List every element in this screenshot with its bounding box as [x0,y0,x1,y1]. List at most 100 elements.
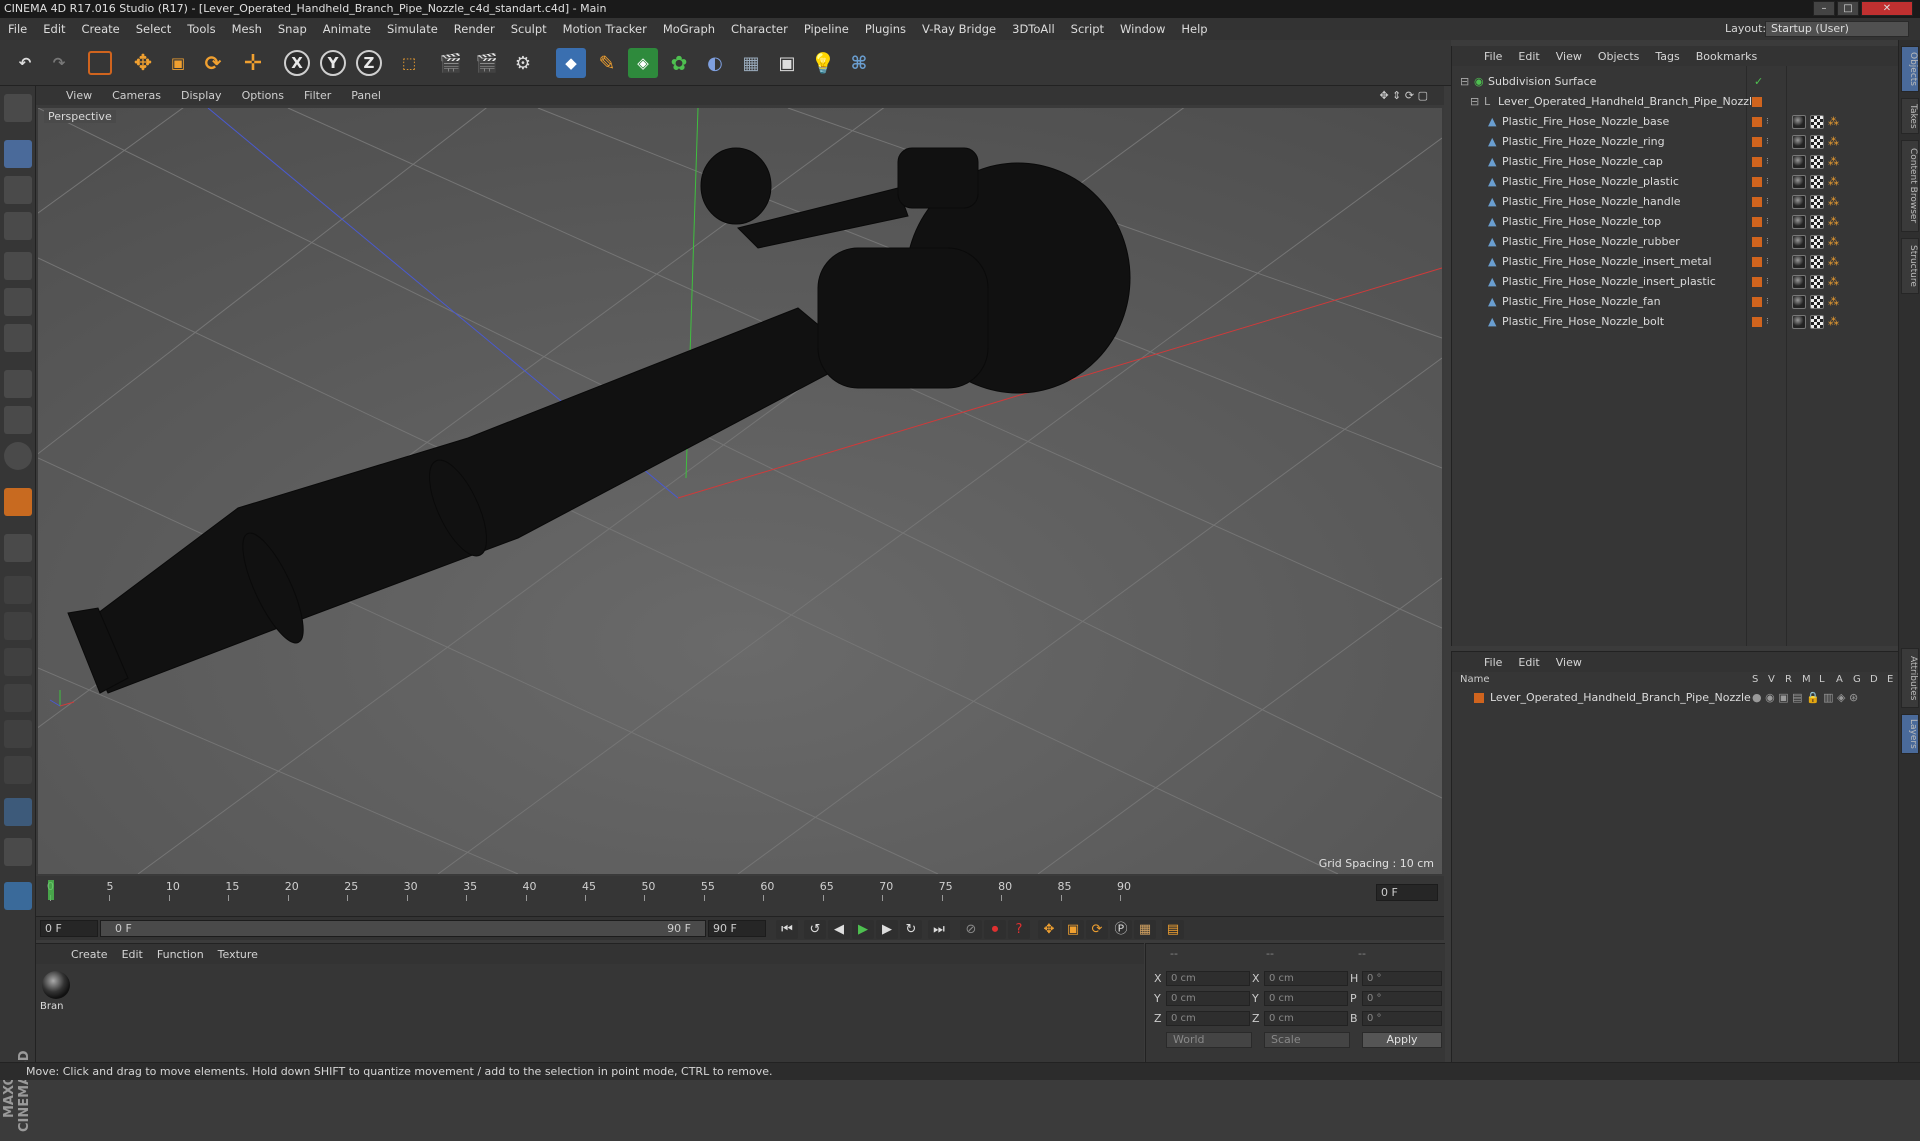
sculpt-brush-4-icon[interactable] [4,684,32,712]
y-axis-lock-icon[interactable]: Y [320,50,346,76]
layer-color-swatch[interactable] [1752,177,1762,187]
layer-color-swatch[interactable] [1752,157,1762,167]
playhead[interactable] [48,880,54,900]
tab-objects[interactable]: Objects [1901,46,1919,92]
layer-color-swatch[interactable] [1752,257,1762,267]
mograph-cloner-icon[interactable]: ✿ [664,48,694,78]
layout-select[interactable]: Startup (User) [1765,21,1909,37]
pos-y-field[interactable]: 0 cm [1166,991,1250,1006]
render-settings-icon[interactable]: ⚙ [508,48,538,78]
menu-animate[interactable]: Animate [315,22,379,36]
cube-primitive-icon[interactable]: ◆ [556,48,586,78]
uvw-tag-icon[interactable] [1810,235,1824,249]
tree-item-child[interactable]: ▲ Plastic_Fire_Hose_Nozzle_top ⁝ ⁂ [1452,212,1899,232]
layer-color-swatch[interactable] [1474,693,1484,703]
scale-icon[interactable]: ▣ [163,48,193,78]
rot-b-field[interactable]: 0 ° [1362,1011,1442,1026]
points-mode-icon[interactable] [4,252,32,280]
om-menu-objects[interactable]: Objects [1590,50,1648,63]
menu-motion-tracker[interactable]: Motion Tracker [555,22,655,36]
visibility-dots-icon[interactable]: ⁝ [1766,212,1769,232]
x-axis-lock-icon[interactable]: X [284,50,310,76]
tree-item-child[interactable]: ▲ Plastic_Fire_Hose_Nozzle_rubber ⁝ ⁂ [1452,232,1899,252]
snap-icon[interactable] [4,442,32,470]
subdivision-surface-icon[interactable]: ◈ [628,48,658,78]
viewport-menu-options[interactable]: Options [232,89,294,102]
menu-tools[interactable]: Tools [179,22,223,36]
dynamics-icon[interactable] [4,838,32,866]
tree-item-child[interactable]: ▲ Plastic_Fire_Hose_Nozzle_handle ⁝ ⁂ [1452,192,1899,212]
key-pla-icon[interactable]: ▦ [1134,920,1156,939]
redo-icon[interactable]: ↷ [44,48,74,78]
material-tag-icon[interactable] [1792,315,1806,329]
lm-menu-view[interactable]: View [1548,656,1590,669]
material-menu-create[interactable]: Create [64,948,115,961]
phong-tag-icon[interactable]: ⁂ [1828,252,1839,272]
material-tag-icon[interactable] [1792,255,1806,269]
layer-color-swatch[interactable] [1752,217,1762,227]
z-axis-lock-icon[interactable]: Z [356,50,382,76]
material-name[interactable]: Bran [40,1001,63,1012]
visibility-dots-icon[interactable]: ⁝ [1766,252,1769,272]
move-icon[interactable]: ✥ [128,48,158,78]
phong-tag-icon[interactable]: ⁂ [1828,232,1839,252]
material-tag-icon[interactable] [1792,295,1806,309]
python-script-icon[interactable] [4,882,32,910]
polygons-mode-icon[interactable] [4,324,32,352]
uvw-tag-icon[interactable] [1810,255,1824,269]
material-menu-function[interactable]: Function [150,948,211,961]
layer-color-swatch[interactable] [1752,297,1762,307]
menu-select[interactable]: Select [128,22,179,36]
tweak-mode-icon[interactable] [4,406,32,434]
material-tag-icon[interactable] [1792,155,1806,169]
key-scale-icon[interactable]: ▣ [1062,920,1084,939]
uvw-tag-icon[interactable] [1810,175,1824,189]
uvw-tag-icon[interactable] [1810,195,1824,209]
visibility-dots-icon[interactable]: ⁝ [1766,192,1769,212]
uvw-tag-icon[interactable] [1810,295,1824,309]
sculpt-brush-6-icon[interactable] [4,756,32,784]
layer-color-swatch[interactable] [1752,137,1762,147]
sculpt-brush-1-icon[interactable] [4,576,32,604]
material-tag-icon[interactable] [1792,115,1806,129]
texture-mode-icon[interactable] [4,176,32,204]
last-tool-icon[interactable]: ✛ [238,48,268,78]
camera-icon[interactable]: ▣ [772,48,802,78]
menu-3dtoall[interactable]: 3DToAll [1004,22,1063,36]
tree-item-child[interactable]: ▲ Plastic_Fire_Hoze_Nozzle_ring ⁝ ⁂ [1452,132,1899,152]
phong-tag-icon[interactable]: ⁂ [1828,132,1839,152]
layer-color-swatch[interactable] [1752,117,1762,127]
visibility-dots-icon[interactable]: ⁝ [1766,292,1769,312]
current-frame-field[interactable]: 0 F [1376,884,1438,901]
key-parameter-icon[interactable]: Ⓟ [1110,920,1132,939]
menu-sculpt[interactable]: Sculpt [503,22,555,36]
menu-pipeline[interactable]: Pipeline [796,22,857,36]
checkerboard-icon[interactable] [4,798,32,826]
uvw-tag-icon[interactable] [1810,115,1824,129]
size-x-field[interactable]: 0 cm [1264,971,1348,986]
tab-structure[interactable]: Structure [1901,238,1919,294]
material-tag-icon[interactable] [1792,275,1806,289]
tab-layers[interactable]: Layers [1901,714,1919,754]
sculpt-brush-2-icon[interactable] [4,612,32,640]
frame-range-slider[interactable]: 0 F 90 F [100,920,706,937]
tab-takes[interactable]: Takes [1901,98,1919,134]
menu-plugins[interactable]: Plugins [857,22,914,36]
menu-vray-bridge[interactable]: V-Ray Bridge [914,22,1004,36]
pos-z-field[interactable]: 0 cm [1166,1011,1250,1026]
start-frame-field[interactable]: 0 F [40,920,98,937]
coordinate-mode-dropdown[interactable]: World [1166,1032,1252,1048]
timeline-ruler[interactable]: 051015202530354045505560657075808590 0 F [36,876,1444,916]
phong-tag-icon[interactable]: ⁂ [1828,192,1839,212]
make-editable-icon[interactable] [4,94,32,122]
lm-menu-file[interactable]: File [1476,656,1510,669]
tree-item-child[interactable]: ▲ Plastic_Fire_Hose_Nozzle_bolt ⁝ ⁂ [1452,312,1899,332]
menu-mograph[interactable]: MoGraph [655,22,723,36]
sculpt-brush-3-icon[interactable] [4,648,32,676]
uvw-tag-icon[interactable] [1810,155,1824,169]
play-icon[interactable]: ▶ [852,920,874,939]
layer-color-swatch[interactable] [1752,277,1762,287]
material-tag-icon[interactable] [1792,175,1806,189]
om-menu-view[interactable]: View [1548,50,1590,63]
tab-attributes[interactable]: Attributes [1901,648,1919,708]
